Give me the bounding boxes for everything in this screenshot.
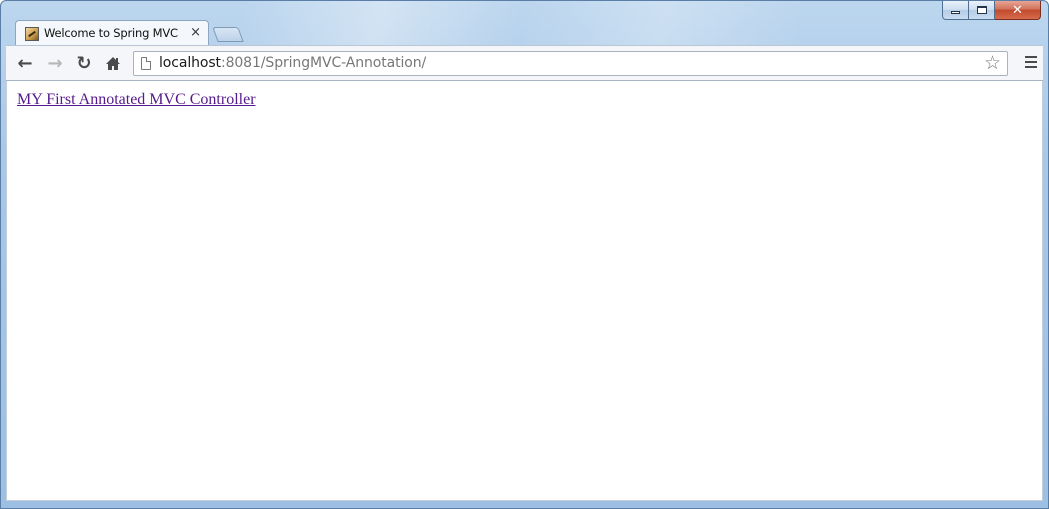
back-button[interactable]: ← [14, 52, 36, 74]
close-window-button[interactable]: ✕ [995, 1, 1041, 20]
page-content: MY First Annotated MVC Controller [6, 81, 1043, 501]
close-icon: ✕ [1012, 2, 1023, 18]
url-text[interactable]: localhost:8081/SpringMVC-Annotation/ [159, 55, 426, 71]
first-controller-link[interactable]: MY First Annotated MVC Controller [17, 91, 256, 109]
back-arrow-icon: ← [17, 52, 33, 74]
minimize-button[interactable] [942, 1, 969, 20]
tab-welcome[interactable]: Welcome to Spring MVC × [15, 20, 209, 46]
forward-button[interactable]: → [44, 52, 66, 74]
spring-leaf-icon [25, 27, 39, 41]
tab-close-icon[interactable]: × [190, 25, 201, 41]
bookmark-star-icon[interactable]: ☆ [984, 53, 1001, 74]
home-icon [106, 56, 120, 70]
tab-title: Welcome to Spring MVC [44, 26, 178, 40]
page-icon [141, 57, 151, 70]
browser-toolbar: ← → ↻ localhost:8081/SpringMVC-Annotatio… [6, 45, 1043, 81]
url-path: :8081/SpringMVC-Annotation/ [220, 55, 427, 71]
hamburger-menu-icon[interactable] [1025, 56, 1037, 70]
home-button[interactable] [102, 53, 124, 73]
maximize-button[interactable] [969, 1, 995, 20]
reload-button[interactable]: ↻ [73, 52, 95, 74]
address-bar[interactable]: localhost:8081/SpringMVC-Annotation/ ☆ [133, 51, 1008, 76]
tab-strip: Welcome to Spring MVC × [9, 20, 409, 46]
maximize-icon [976, 6, 987, 14]
window-caption-buttons: ✕ [942, 1, 1041, 21]
new-tab-button[interactable] [212, 27, 244, 42]
minimize-icon [951, 11, 960, 14]
browser-window: ✕ Welcome to Spring MVC × ← → ↻ localhos… [0, 0, 1049, 509]
forward-arrow-icon: → [47, 52, 63, 74]
url-host: localhost [159, 55, 221, 71]
reload-icon: ↻ [76, 52, 92, 74]
